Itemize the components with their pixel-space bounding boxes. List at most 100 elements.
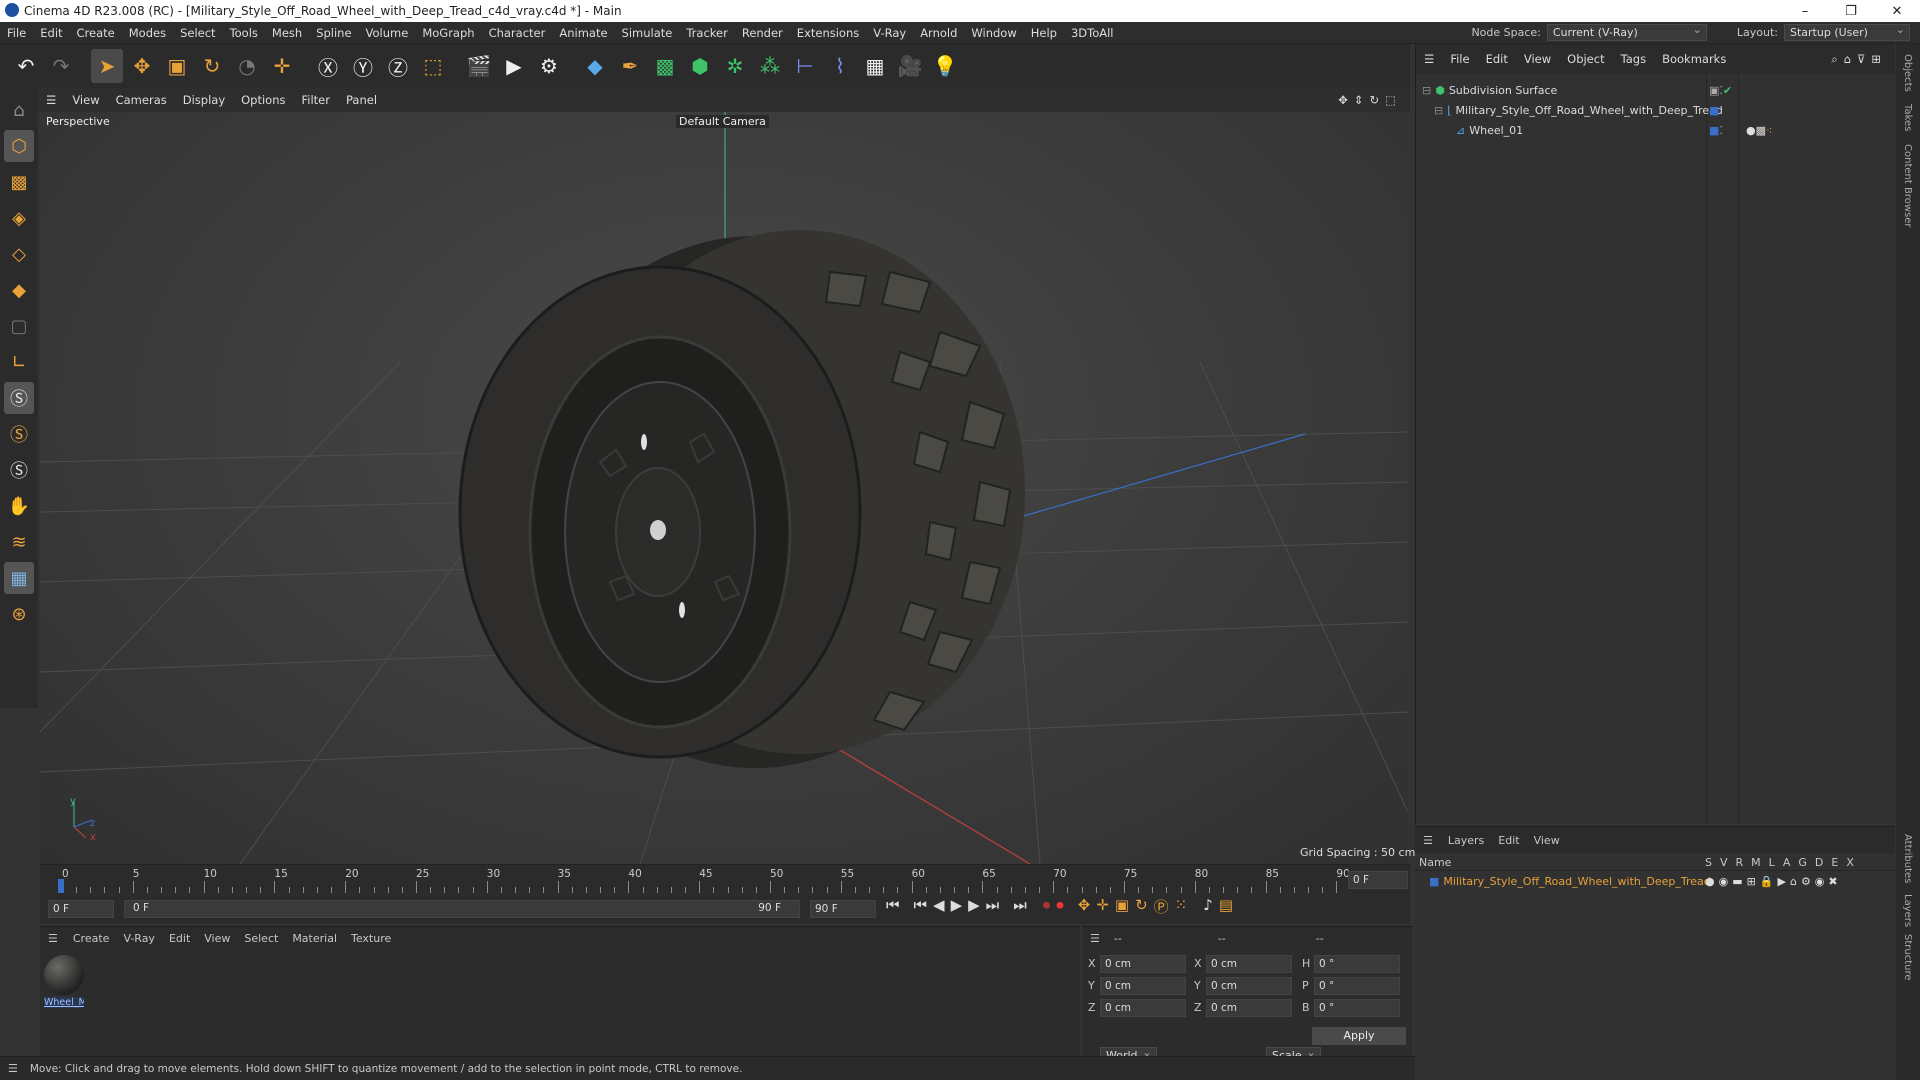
recent-icon[interactable]: ◔ <box>231 49 263 83</box>
prev-frame-icon[interactable]: ◀ <box>933 896 945 917</box>
layer-menu-edit[interactable]: Edit <box>1491 834 1526 847</box>
viewport-menu-cameras[interactable]: Cameras <box>108 93 175 107</box>
object-menu-file[interactable]: File <box>1442 52 1477 66</box>
axis-mode-icon[interactable]: ∟ <box>4 346 34 378</box>
go-start-icon[interactable]: ⏮ <box>886 896 900 917</box>
rot-p-field[interactable]: 0 ° <box>1314 977 1400 995</box>
rot-b-field[interactable]: 0 ° <box>1314 999 1400 1017</box>
add-icon[interactable]: ✛ <box>266 49 298 83</box>
play-icon[interactable]: ▶ <box>951 896 963 917</box>
menu-simulate[interactable]: Simulate <box>615 26 680 40</box>
texture-mode-icon[interactable]: ▩ <box>4 166 34 198</box>
object-menu-object[interactable]: Object <box>1559 52 1612 66</box>
menu-arnold[interactable]: Arnold <box>913 26 964 40</box>
z-axis-icon[interactable]: Ⓩ <box>382 49 414 83</box>
menu-select[interactable]: Select <box>173 26 222 40</box>
viewport-menu-display[interactable]: Display <box>175 93 233 107</box>
next-key-icon[interactable]: ⏭ <box>986 896 1000 917</box>
uv-mode-icon[interactable]: ▢ <box>4 310 34 342</box>
edge-mode-icon[interactable]: ◇ <box>4 238 34 270</box>
move-icon[interactable]: ✥ <box>126 49 158 83</box>
menu-volume[interactable]: Volume <box>359 26 416 40</box>
menu-vray[interactable]: V-Ray <box>866 26 913 40</box>
key-rot-icon[interactable]: ↻ <box>1135 896 1148 917</box>
object-menu-tags[interactable]: Tags <box>1613 52 1654 66</box>
layer-color-icon[interactable]: ■⁚ <box>1709 124 1723 137</box>
tree-row-wheel01[interactable]: ⊿ Wheel_01 ■⁚ ●▩⁖ <box>1416 120 1895 140</box>
next-frame-icon[interactable]: ▶ <box>968 896 980 917</box>
menu-modes[interactable]: Modes <box>122 26 173 40</box>
layer-menu-view[interactable]: View <box>1527 834 1567 847</box>
material-menu-edit[interactable]: Edit <box>162 932 197 945</box>
layer-menu-layers[interactable]: Layers <box>1441 834 1491 847</box>
expand-icon[interactable]: ⊟ <box>1434 104 1443 117</box>
timeline-ruler[interactable]: 0 5 10 15 20 25 30 35 40 45 50 55 60 65 70 75 80 85 90 0 F <box>40 864 1410 894</box>
pos-y-field[interactable]: 0 cm <box>1100 977 1186 995</box>
array-icon[interactable]: ✲ <box>719 49 751 83</box>
key-move-icon[interactable]: ✛ <box>1096 896 1109 917</box>
x-axis-icon[interactable]: Ⓧ <box>312 49 344 83</box>
coord-system-icon[interactable]: ⬚ <box>417 49 449 83</box>
pen-icon[interactable]: ✒ <box>614 49 646 83</box>
expand-icon[interactable]: ⊟ <box>1422 84 1431 97</box>
menu-edit[interactable]: Edit <box>33 26 69 40</box>
menu-character[interactable]: Character <box>482 26 553 40</box>
deformer-icon[interactable]: ⊢ <box>789 49 821 83</box>
tree-row-subdivision[interactable]: ⊟ ⬢ Subdivision Surface ▣⁚✔ <box>1416 80 1895 100</box>
menu-spline[interactable]: Spline <box>309 26 358 40</box>
model-mode-icon[interactable]: ⌂ <box>4 94 34 126</box>
redo-icon[interactable]: ↷ <box>45 49 77 83</box>
menu-render[interactable]: Render <box>735 26 790 40</box>
key-pos-icon[interactable]: ✥ <box>1078 896 1091 917</box>
prev-key-icon[interactable]: ⏮ <box>914 896 928 917</box>
undo-icon[interactable]: ↶ <box>10 49 42 83</box>
menu-create[interactable]: Create <box>70 26 122 40</box>
viewport-menu-options[interactable]: Options <box>233 93 293 107</box>
cloner-icon[interactable]: ⁂ <box>754 49 786 83</box>
material-menu-icon[interactable]: ☰ <box>40 932 66 945</box>
material-menu-select[interactable]: Select <box>237 932 285 945</box>
menu-extensions[interactable]: Extensions <box>790 26 866 40</box>
object-menu-icon[interactable]: ☰ <box>1416 52 1442 66</box>
3d-viewport[interactable] <box>40 112 1408 864</box>
size-z-field[interactable]: 0 cm <box>1206 999 1292 1017</box>
render-view-icon[interactable]: ▶ <box>498 49 530 83</box>
viewport-menu-icon[interactable]: ☰ <box>38 93 64 107</box>
layout-dropdown[interactable]: Startup (User) <box>1784 23 1910 41</box>
timeline-icon[interactable]: ▤ <box>1219 896 1233 917</box>
layer-color-icon[interactable]: ■⁚ <box>1709 104 1723 117</box>
point-mode-icon[interactable]: ◈ <box>4 202 34 234</box>
floor-icon[interactable]: ▦ <box>859 49 891 83</box>
playhead[interactable] <box>58 879 64 893</box>
status-menu-icon[interactable]: ☰ <box>0 1062 26 1075</box>
object-mode-icon[interactable]: ⬡ <box>4 130 34 162</box>
camera-name[interactable]: Default Camera <box>676 115 769 128</box>
polygon-mode-icon[interactable]: ◆ <box>4 274 34 306</box>
menu-3dtoall[interactable]: 3DToAll <box>1064 26 1121 40</box>
snap-mode-icon[interactable]: Ⓢ <box>4 454 34 486</box>
node-space-dropdown[interactable]: Current (V-Ray) <box>1546 23 1707 41</box>
menu-mograph[interactable]: MoGraph <box>415 26 481 40</box>
start-frame-field[interactable]: 0 F <box>48 900 114 918</box>
menu-mesh[interactable]: Mesh <box>265 26 309 40</box>
menu-help[interactable]: Help <box>1024 26 1064 40</box>
side-tab-takes[interactable]: Takes <box>1902 104 1913 131</box>
object-menu-view[interactable]: View <box>1516 52 1559 66</box>
maximize-button[interactable]: ❐ <box>1828 4 1874 19</box>
viewport-menu-filter[interactable]: Filter <box>294 93 338 107</box>
menu-file[interactable]: File <box>0 26 33 40</box>
wheel-model[interactable] <box>458 230 1025 768</box>
object-menu-edit[interactable]: Edit <box>1478 52 1516 66</box>
pos-z-field[interactable]: 0 cm <box>1100 999 1186 1017</box>
render-settings-icon[interactable]: ⚙ <box>533 49 565 83</box>
render-region-icon[interactable]: 🎬 <box>463 49 495 83</box>
key-scale-icon[interactable]: ▣ <box>1115 896 1129 917</box>
visibility-dots[interactable]: ▣⁚✔ <box>1709 84 1732 97</box>
object-menu-bookmarks[interactable]: Bookmarks <box>1654 52 1734 66</box>
layer-name[interactable]: Military_Style_Off_Road_Wheel_with_Deep_… <box>1443 875 1710 888</box>
current-frame-field[interactable]: 0 F <box>1348 871 1408 889</box>
grid-icon[interactable]: ▦ <box>4 562 34 594</box>
subdivision-icon[interactable]: ▩ <box>649 49 681 83</box>
auto-key-icon[interactable]: ⏺ <box>1056 896 1064 917</box>
layer-row[interactable]: ■ Military_Style_Off_Road_Wheel_with_Dee… <box>1415 871 1895 891</box>
